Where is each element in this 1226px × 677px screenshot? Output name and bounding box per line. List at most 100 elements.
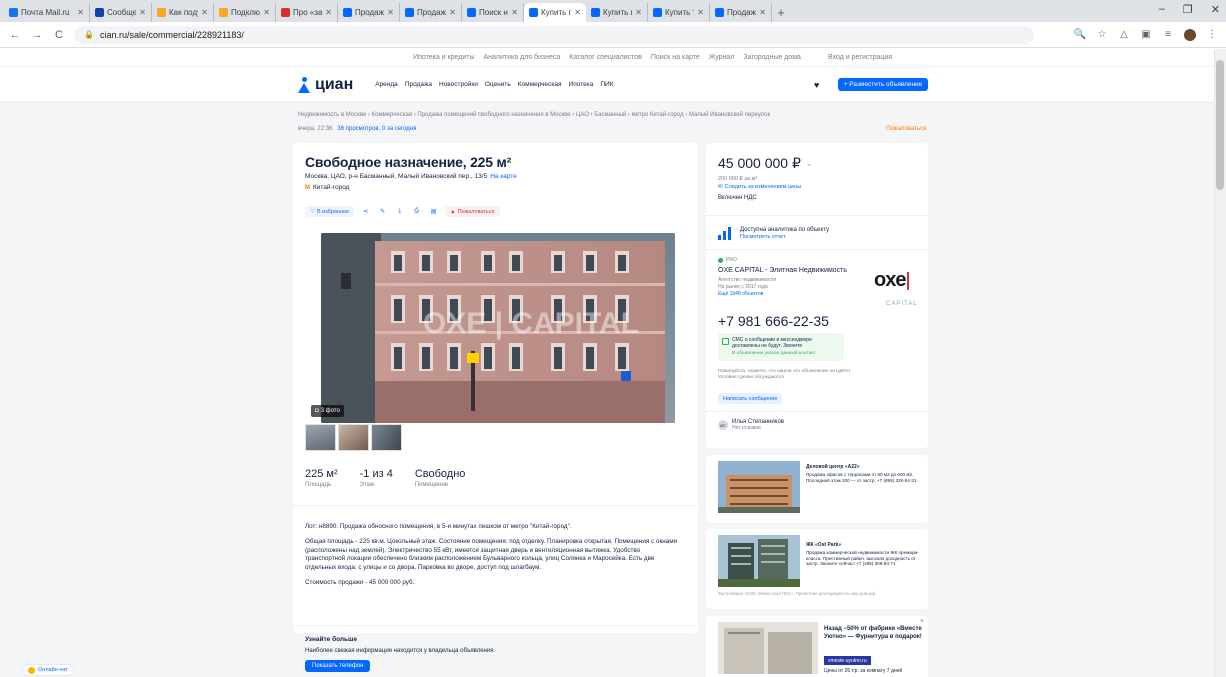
browser-tab[interactable]: Как подумат✕ [152, 3, 214, 22]
reload-button[interactable]: C [52, 29, 66, 41]
tab-close-icon[interactable]: ✕ [697, 8, 704, 17]
nav-item[interactable]: Ипотека [569, 81, 594, 88]
nav-item[interactable]: Аренда [375, 81, 398, 88]
back-button[interactable]: ← [8, 29, 22, 41]
agency-all-listings-link[interactable]: Ещё 1948 объектов [718, 291, 763, 297]
browser-tab[interactable]: Продажа оф✕ [338, 3, 400, 22]
agent-info[interactable]: ИС Илья Степанников Нет отзывов [718, 419, 784, 431]
tab-close-icon[interactable]: ✕ [201, 8, 208, 17]
promo-link[interactable]: Ипотека и кредиты [413, 54, 474, 61]
complain-link[interactable]: Пожаловаться [886, 126, 926, 132]
photo-count-badge[interactable]: ◘ 3 фото [311, 405, 344, 417]
nav-item[interactable]: Новостройки [439, 81, 478, 88]
browser-tab[interactable]: Купить поме✕ [524, 3, 586, 22]
thumbnail[interactable] [338, 424, 369, 451]
agency-name[interactable]: OXE CAPITAL - Элитная Недвижимость [718, 267, 847, 274]
edit-icon[interactable]: ✎ [377, 206, 388, 217]
price-subscribe-link[interactable]: ✉ Следить за изменением цены [718, 184, 801, 190]
show-phone-button[interactable]: Показать телефон [305, 660, 371, 672]
listing-address: Москва, ЦАО, р-н Басманный, Малый Иванов… [305, 173, 517, 180]
ad-card[interactable]: Назад −50% от фабрики «Вместе Уютно» — Ф… [706, 616, 928, 677]
browser-tab[interactable]: Купить торгс✕ [648, 3, 710, 22]
maximize-button[interactable]: ❐ [1183, 3, 1193, 16]
browser-tab[interactable]: Подключени✕ [214, 3, 276, 22]
report-button[interactable]: ▲ Пожаловаться [445, 206, 500, 217]
browser-tab[interactable]: Про «забыть✕ [276, 3, 338, 22]
browser-tab[interactable]: Поиск на кар✕ [462, 3, 524, 22]
agency-badge: PRO [718, 257, 737, 263]
building-photo-illustration: OXE | CAPITAL [321, 233, 675, 423]
nav-item[interactable]: Продажа [405, 81, 432, 88]
scrollbar-thumb[interactable] [1216, 60, 1224, 190]
tab-close-icon[interactable]: ✕ [635, 8, 642, 17]
phone-number[interactable]: +7 981 666-22-35 [718, 313, 829, 329]
promo-link[interactable]: Загородные дома [743, 54, 801, 61]
promo-link[interactable]: Аналитика для бизнеса [483, 54, 560, 61]
close-window-button[interactable]: ✕ [1211, 3, 1220, 16]
extension-icon[interactable]: ▣ [1140, 29, 1152, 41]
tab-label: Купить торгс [665, 8, 694, 17]
online-chat-button[interactable]: Онлайн-чат [22, 664, 74, 676]
analytics-link[interactable]: Посмотреть отчет [740, 234, 829, 240]
views-link[interactable]: 36 просмотров, 0 за сегодня [337, 126, 416, 132]
tab-close-icon[interactable]: ✕ [77, 8, 84, 17]
browser-tab[interactable]: Продажа офи✕ [710, 3, 772, 22]
metro-station[interactable]: М Китай-город [305, 184, 349, 191]
ad-card[interactable]: ЖК «Ost Park» Продажа коммерческой недви… [706, 529, 928, 609]
browser-tab[interactable]: Сообщен✕ [90, 3, 152, 22]
tab-close-icon[interactable]: ✕ [511, 8, 518, 17]
forward-button[interactable]: → [30, 29, 44, 41]
login-link[interactable]: Вход и регистрация [828, 54, 892, 61]
minimize-button[interactable]: – [1159, 3, 1165, 16]
analytics-text: Доступна аналитика по объекту Посмотреть… [740, 227, 829, 240]
print-icon[interactable]: ⎙ [411, 206, 422, 217]
share-icon[interactable]: ⋖ [360, 206, 371, 217]
drive-icon[interactable]: △ [1118, 29, 1130, 41]
agency-logo[interactable]: oxe [874, 269, 910, 292]
star-icon[interactable]: ☆ [1096, 29, 1108, 41]
tab-close-icon[interactable]: ✕ [139, 8, 146, 17]
profile-avatar-icon[interactable] [1184, 28, 1196, 41]
zoom-icon[interactable]: 🔍 [1074, 29, 1086, 41]
analytics-block[interactable]: Доступна аналитика по объекту Посмотреть… [718, 226, 829, 240]
price-history-icon[interactable]: ⌄ [806, 159, 813, 168]
write-message-button[interactable]: Написать сообщение [718, 393, 783, 404]
nav-item[interactable]: ПИК [600, 81, 613, 88]
promo-link[interactable]: Каталог специалистов [569, 54, 642, 61]
tab-label: Сообщен [107, 8, 136, 17]
map-link[interactable]: На карте [490, 173, 517, 180]
tab-close-icon[interactable]: ✕ [387, 8, 394, 17]
place-ad-button[interactable]: + Разместить объявление [838, 78, 928, 91]
notice-text: СМС о сообщении в мессенджере доставлены… [732, 337, 812, 349]
download-icon[interactable]: ⤓ [394, 206, 405, 217]
tab-close-icon[interactable]: ✕ [759, 8, 766, 17]
reading-list-icon[interactable]: ≡ [1162, 29, 1174, 41]
main-photo[interactable]: OXE | CAPITAL [321, 233, 675, 423]
ad-card[interactable]: Деловой центр «А22» Продажа офисов с тер… [706, 455, 928, 523]
menu-icon[interactable]: ⋮ [1206, 29, 1218, 41]
promo-link[interactable]: Журнал [709, 54, 735, 61]
browser-tab[interactable]: Продажа пом✕ [400, 3, 462, 22]
cian-logo[interactable]: циан [298, 76, 353, 94]
tab-close-icon[interactable]: ✕ [263, 8, 270, 17]
tab-close-icon[interactable]: ✕ [574, 8, 581, 17]
tab-close-icon[interactable]: ✕ [325, 8, 332, 17]
thumbnail[interactable] [371, 424, 402, 451]
metro-name: Китай-город [313, 184, 350, 191]
nav-item[interactable]: Коммерческая [518, 81, 562, 88]
new-tab-button[interactable]: + [772, 3, 790, 22]
favorite-button[interactable]: ♡ В избранное [305, 206, 355, 217]
nav-item[interactable]: Оценить [485, 81, 511, 88]
thumbnail[interactable] [305, 424, 336, 451]
promo-link[interactable]: Поиск на карте [651, 54, 700, 61]
favorites-heart-icon[interactable]: ♥ [814, 80, 819, 90]
compare-icon[interactable]: ▤ [428, 206, 439, 217]
url-field[interactable]: 🔒 cian.ru/sale/commercial/228921183/ [74, 25, 1034, 44]
browser-tab[interactable]: Почта Mail.ru ✕ [4, 3, 90, 22]
browser-tab[interactable]: Купить поме✕ [586, 3, 648, 22]
ad-site-button[interactable]: vmeste-uyutno.ru [824, 656, 871, 665]
breadcrumb[interactable]: Недвижимость в Москве › Коммерческая › П… [298, 112, 770, 118]
ad-close-icon[interactable]: × [920, 618, 924, 625]
chat-icon [28, 666, 35, 674]
tab-close-icon[interactable]: ✕ [449, 8, 456, 17]
